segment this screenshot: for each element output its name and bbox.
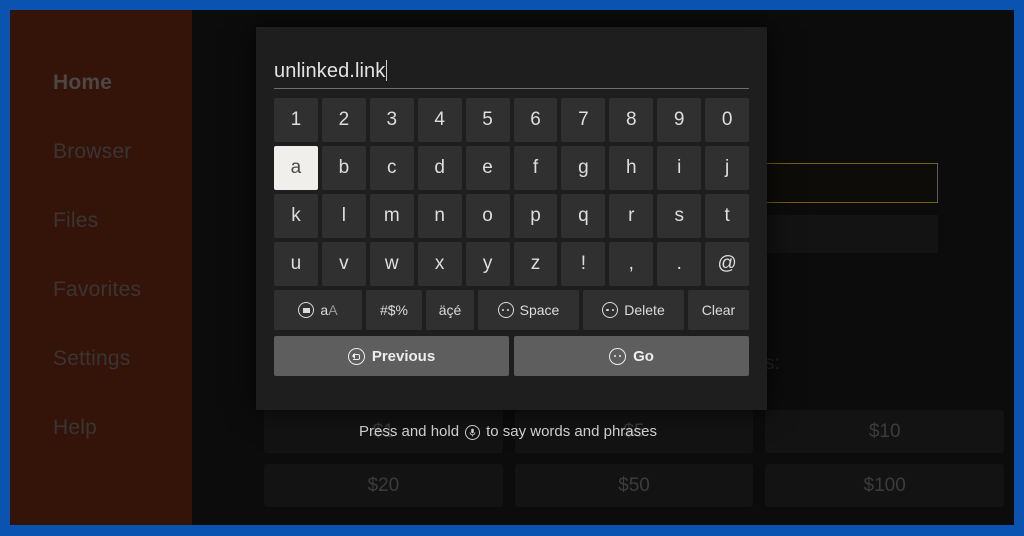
key-y[interactable]: y — [465, 242, 510, 286]
go-label: Go — [633, 347, 654, 365]
key-t[interactable]: t — [705, 194, 750, 238]
go-button[interactable]: Go — [514, 336, 749, 376]
keyboard-row-u-at: u v w x y z ! , . @ — [274, 242, 750, 286]
sidebar-item-label: Files — [53, 209, 99, 232]
voice-hint-prefix: Press and hold — [358, 423, 460, 440]
donation-button-10[interactable]: $10 — [765, 410, 1005, 453]
keyboard-action-row: Previous Go — [274, 336, 749, 376]
case-toggle-button[interactable]: aA — [274, 290, 362, 330]
key-8[interactable]: 8 — [609, 98, 654, 142]
key-a[interactable]: a — [274, 146, 318, 190]
delete-button[interactable]: Delete — [583, 290, 684, 330]
key-j[interactable]: j — [705, 146, 750, 190]
sidebar-item-settings[interactable]: Settings — [10, 324, 192, 393]
sidebar-item-browser[interactable]: Browser — [10, 117, 192, 186]
key-w[interactable]: w — [369, 242, 414, 286]
donation-button-20[interactable]: $20 — [264, 464, 503, 507]
sidebar-item-label: Browser — [53, 140, 132, 163]
key-d[interactable]: d — [417, 146, 462, 190]
key-i[interactable]: i — [657, 146, 702, 190]
key-5[interactable]: 5 — [465, 98, 510, 142]
key-l[interactable]: l — [321, 194, 366, 238]
clear-button[interactable]: Clear — [688, 290, 749, 330]
delete-label: Delete — [624, 302, 665, 318]
sidebar-item-label: Favorites — [53, 278, 142, 301]
sidebar-item-label: Home — [53, 71, 113, 94]
keyboard-input-value: unlinked.link — [274, 60, 386, 82]
voice-input-hint: Press and hold to say words and phrases — [264, 410, 752, 453]
remote-back-icon — [347, 347, 365, 365]
case-alt-letter: A — [328, 302, 338, 318]
key-4[interactable]: 4 — [417, 98, 462, 142]
case-toggle-label: aA — [320, 302, 337, 318]
screen-frame: Home Browser Files Favorites Settings He… — [0, 0, 1024, 536]
key-h[interactable]: h — [609, 146, 654, 190]
key-period[interactable]: . — [657, 242, 702, 286]
key-e[interactable]: e — [465, 146, 510, 190]
text-caret — [386, 60, 388, 81]
remote-menu-icon — [602, 302, 619, 318]
sidebar-item-files[interactable]: Files — [10, 186, 192, 255]
key-r[interactable]: r — [609, 194, 654, 238]
sidebar-item-help[interactable]: Help — [10, 393, 192, 462]
accents-button[interactable]: äçé — [426, 290, 474, 330]
key-s[interactable]: s — [657, 194, 702, 238]
key-x[interactable]: x — [417, 242, 462, 286]
sidebar-item-label: Settings — [53, 347, 131, 370]
keyboard-row-a-j: a b c d e f g h i j — [274, 146, 750, 190]
key-2[interactable]: 2 — [321, 98, 366, 142]
key-m[interactable]: m — [369, 194, 414, 238]
key-q[interactable]: q — [561, 194, 606, 238]
remote-button-icon — [298, 302, 315, 318]
keyboard-function-row: aA #$% äçé Space Delete Clear — [274, 290, 749, 330]
key-k[interactable]: k — [274, 194, 318, 238]
sidebar-item-label: Help — [53, 416, 97, 439]
donation-row-bottom: $20 $50 $100 — [264, 464, 1005, 507]
key-f[interactable]: f — [513, 146, 558, 190]
key-c[interactable]: c — [369, 146, 414, 190]
key-u[interactable]: u — [274, 242, 318, 286]
keyboard-input-row: unlinked.link — [274, 27, 749, 98]
space-button[interactable]: Space — [478, 290, 579, 330]
donation-button-100[interactable]: $100 — [765, 464, 1005, 507]
sidebar-item-favorites[interactable]: Favorites — [10, 255, 192, 324]
key-g[interactable]: g — [561, 146, 606, 190]
previous-label: Previous — [371, 347, 436, 365]
donation-button-50[interactable]: $50 — [514, 464, 754, 507]
keyboard-text-input[interactable]: unlinked.link — [274, 60, 749, 89]
key-z[interactable]: z — [513, 242, 558, 286]
onscreen-keyboard-dialog: unlinked.link 1 2 3 4 5 6 7 8 9 0 a b c — [256, 27, 767, 410]
symbols-button[interactable]: #$% — [366, 290, 422, 330]
app-window: Home Browser Files Favorites Settings He… — [10, 10, 1014, 525]
key-b[interactable]: b — [321, 146, 366, 190]
voice-hint-suffix: to say words and phrases — [486, 423, 657, 440]
key-p[interactable]: p — [513, 194, 558, 238]
key-3[interactable]: 3 — [369, 98, 414, 142]
key-9[interactable]: 9 — [657, 98, 702, 142]
previous-button[interactable]: Previous — [274, 336, 509, 376]
sidebar-item-home[interactable]: Home — [10, 48, 192, 117]
key-7[interactable]: 7 — [561, 98, 606, 142]
key-at[interactable]: @ — [705, 242, 750, 286]
key-6[interactable]: 6 — [513, 98, 558, 142]
microphone-icon — [465, 425, 481, 440]
key-v[interactable]: v — [321, 242, 366, 286]
remote-menu-icon — [609, 347, 627, 365]
keyboard-row-numbers: 1 2 3 4 5 6 7 8 9 0 — [274, 98, 750, 142]
key-exclamation[interactable]: ! — [561, 242, 606, 286]
key-comma[interactable]: , — [609, 242, 654, 286]
key-1[interactable]: 1 — [274, 98, 318, 142]
space-label: Space — [519, 302, 560, 318]
remote-menu-icon — [497, 302, 514, 318]
key-0[interactable]: 0 — [705, 98, 750, 142]
key-o[interactable]: o — [465, 194, 510, 238]
keyboard-row-k-t: k l m n o p q r s t — [274, 194, 750, 238]
sidebar: Home Browser Files Favorites Settings He… — [10, 10, 192, 525]
key-n[interactable]: n — [417, 194, 462, 238]
